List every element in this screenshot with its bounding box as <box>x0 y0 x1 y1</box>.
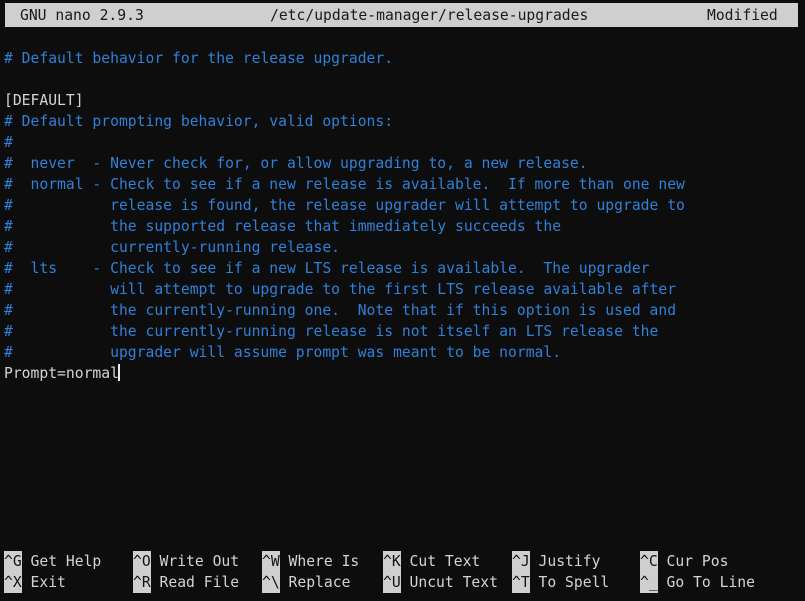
editor-line-text: # normal - Check to see if a new release… <box>4 176 685 193</box>
shortcut-help-bar: ^G Get Help ^X Exit ^O Write Out ^R Read Fi… <box>0 551 805 595</box>
editor-line[interactable]: # will attempt to upgrade to the first L… <box>4 279 676 300</box>
shortcut-key: ^W <box>262 551 280 572</box>
editor-line[interactable]: # the currently-running release is not i… <box>4 321 658 342</box>
editor-line-text: # will attempt to upgrade to the first L… <box>4 281 677 298</box>
editor-line[interactable]: # Default prompting behavior, valid opti… <box>4 111 393 132</box>
shortcut-label: Justify <box>529 553 601 570</box>
shortcut-where-is[interactable]: ^W Where Is <box>262 551 359 572</box>
editor-line[interactable]: # the supported release that immediately… <box>4 216 561 237</box>
shortcut-write-out[interactable]: ^O Write Out <box>133 551 239 572</box>
shortcut-justify[interactable]: ^J Justify <box>512 551 600 572</box>
editor-line-text: # the currently-running release is not i… <box>4 323 659 340</box>
shortcut-key: ^R <box>133 572 151 593</box>
shortcut-go-to-line[interactable]: ^_ Go To Line <box>640 572 755 593</box>
editor-line[interactable]: [DEFAULT] <box>4 90 84 111</box>
shortcut-label: Read File <box>150 574 240 591</box>
shortcut-key: ^K <box>383 551 401 572</box>
shortcut-key: ^\ <box>262 572 280 593</box>
shortcut-label: Replace <box>279 574 351 591</box>
editor-line-text: # the currently-running one. Note that i… <box>4 302 677 319</box>
editor-text-area[interactable]: # Default behavior for the release upgra… <box>0 48 805 548</box>
editor-line[interactable]: # <box>4 132 13 153</box>
shortcut-key: ^O <box>133 551 151 572</box>
text-cursor <box>117 364 120 381</box>
nano-terminal-window: GNU nano 2.9.3 /etc/update-manager/relea… <box>0 0 805 601</box>
editor-line[interactable]: # normal - Check to see if a new release… <box>4 174 685 195</box>
shortcut-key: ^_ <box>640 572 658 593</box>
editor-line-text: # Default prompting behavior, valid opti… <box>4 113 394 130</box>
shortcut-uncut-text[interactable]: ^U Uncut Text <box>383 572 498 593</box>
shortcut-label: To Spell <box>529 574 610 591</box>
shortcut-label: Write Out <box>150 553 240 570</box>
editor-line-text: # upgrader will assume prompt was meant … <box>4 344 562 361</box>
editor-line-text: # lts - Check to see if a new LTS releas… <box>4 260 650 277</box>
editor-line-text: # currently-running release. <box>4 239 341 256</box>
shortcut-label: Cur Pos <box>657 553 729 570</box>
shortcut-exit[interactable]: ^X Exit <box>4 572 66 593</box>
titlebar: GNU nano 2.9.3 /etc/update-manager/relea… <box>5 3 798 27</box>
editor-line-text: # never - Never check for, or allow upgr… <box>4 155 588 172</box>
shortcut-read-file[interactable]: ^R Read File <box>133 572 239 593</box>
shortcut-label: Uncut Text <box>400 574 498 591</box>
editor-line-text: Prompt=normal <box>4 365 119 382</box>
shortcut-replace[interactable]: ^\ Replace <box>262 572 350 593</box>
shortcut-to-spell[interactable]: ^T To Spell <box>512 572 609 593</box>
editor-line-text: [DEFAULT] <box>4 92 84 109</box>
editor-line[interactable]: Prompt=normal <box>4 363 120 384</box>
editor-line-text: # Default behavior for the release upgra… <box>4 50 394 67</box>
editor-line[interactable]: # never - Never check for, or allow upgr… <box>4 153 588 174</box>
editor-line[interactable]: # the currently-running one. Note that i… <box>4 300 676 321</box>
editor-line[interactable]: # lts - Check to see if a new LTS releas… <box>4 258 650 279</box>
shortcut-label: Get Help <box>21 553 102 570</box>
editor-line-text: # the supported release that immediately… <box>4 218 562 235</box>
shortcut-cut-text[interactable]: ^K Cut Text <box>383 551 480 572</box>
shortcut-key: ^T <box>512 572 530 593</box>
shortcut-key: ^U <box>383 572 401 593</box>
titlebar-modified-status: Modified <box>707 7 778 24</box>
editor-line[interactable]: # Default behavior for the release upgra… <box>4 48 393 69</box>
shortcut-label: Exit <box>21 574 66 591</box>
editor-line[interactable]: # release is found, the release upgrader… <box>4 195 685 216</box>
shortcut-key: ^X <box>4 572 22 593</box>
shortcut-label: Cut Text <box>400 553 481 570</box>
shortcut-get-help[interactable]: ^G Get Help <box>4 551 101 572</box>
editor-line[interactable]: # currently-running release. <box>4 237 340 258</box>
titlebar-filename: /etc/update-manager/release-upgrades <box>270 7 589 24</box>
titlebar-version: GNU nano 2.9.3 <box>20 7 144 24</box>
editor-line[interactable]: # upgrader will assume prompt was meant … <box>4 342 561 363</box>
editor-line-text: # <box>4 134 13 151</box>
shortcut-label: Go To Line <box>657 574 755 591</box>
shortcut-key: ^G <box>4 551 22 572</box>
shortcut-label: Where Is <box>279 553 360 570</box>
shortcut-key: ^C <box>640 551 658 572</box>
shortcut-key: ^J <box>512 551 530 572</box>
editor-line-text: # release is found, the release upgrader… <box>4 197 685 214</box>
shortcut-cur-pos[interactable]: ^C Cur Pos <box>640 551 728 572</box>
